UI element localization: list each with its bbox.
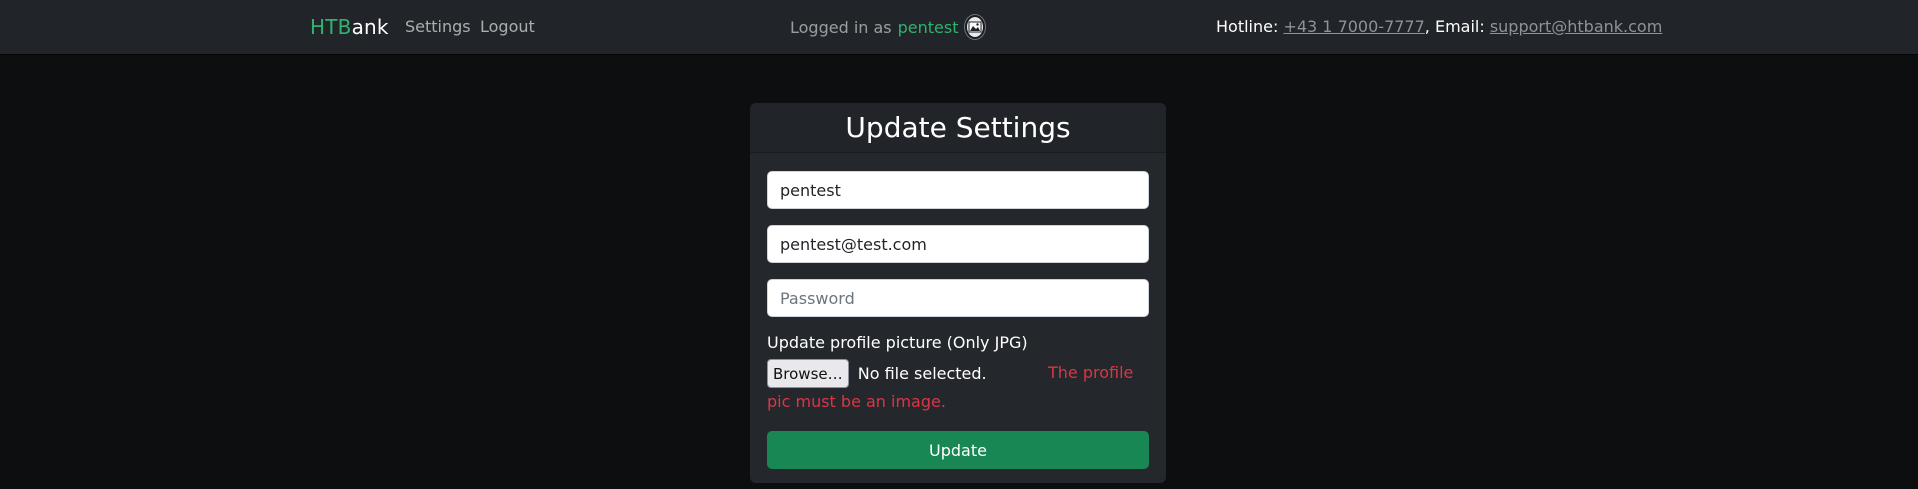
email-label: , Email: — [1424, 17, 1490, 36]
logged-in-username: pentest — [897, 17, 959, 37]
hotline-label: Hotline: — [1216, 17, 1284, 36]
file-upload-row: Browse… No file selected. The profile — [767, 359, 1149, 388]
nav-logout-link[interactable]: Logout — [480, 0, 535, 54]
upload-error-message: The profile — [1048, 363, 1134, 382]
login-status: Logged in as pentest — [790, 0, 985, 54]
upload-error-message-continued: pic must be an image. — [767, 392, 946, 411]
update-settings-card: Update Settings Update profile picture (… — [750, 103, 1166, 483]
brand-accent-text: HTB — [310, 15, 352, 39]
nav-settings-link[interactable]: Settings — [405, 0, 471, 54]
update-button[interactable]: Update — [767, 431, 1149, 469]
password-input[interactable] — [767, 279, 1149, 317]
hotline-link[interactable]: +43 1 7000-7777 — [1283, 17, 1424, 36]
browse-file-button[interactable]: Browse… — [767, 359, 849, 388]
brand-logo[interactable]: HTBank — [310, 0, 389, 54]
username-input[interactable] — [767, 171, 1149, 209]
contact-info: Hotline: +43 1 7000-7777, Email: support… — [1216, 0, 1662, 54]
email-input[interactable] — [767, 225, 1149, 263]
support-email-link[interactable]: support@htbank.com — [1490, 17, 1662, 36]
brand-rest-text: ank — [351, 15, 389, 39]
card-title: Update Settings — [750, 103, 1166, 153]
profile-picture-icon — [964, 15, 985, 39]
login-prefix-text: Logged in as — [790, 17, 892, 37]
settings-form: Update profile picture (Only JPG) Browse… — [767, 171, 1149, 469]
no-file-selected-text: No file selected. — [857, 364, 987, 383]
profile-picture-label: Update profile picture (Only JPG) — [767, 333, 1028, 352]
top-navbar: HTBank Settings Logout Logged in as pent… — [0, 0, 1918, 54]
